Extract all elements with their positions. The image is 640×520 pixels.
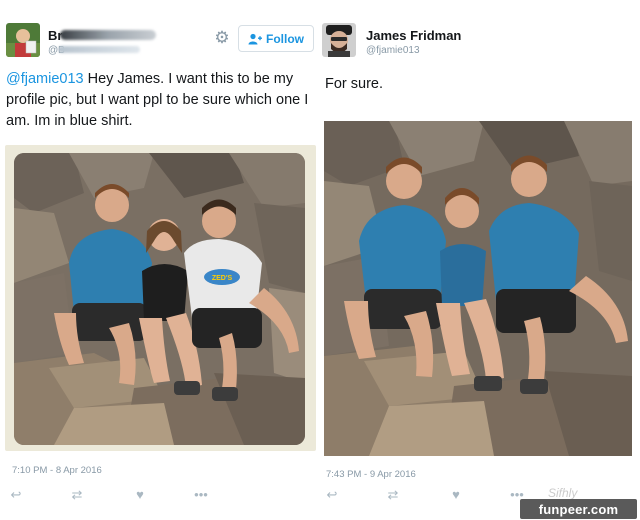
shirt-logo: ZED'S <box>204 269 240 285</box>
gear-icon[interactable]: ⚙ <box>212 28 232 48</box>
tweet-timestamp[interactable]: 7:43 PM - 9 Apr 2016 <box>326 469 416 480</box>
watermark-label: funpeer.com <box>520 499 637 519</box>
redacted-handle-blur <box>58 46 140 53</box>
watermark-faint: Sifhly <box>548 486 578 500</box>
heart-icon[interactable]: ♥ <box>448 487 464 503</box>
user-handle[interactable]: @fjamie013 <box>366 45 420 56</box>
heart-icon[interactable]: ♥ <box>132 487 148 503</box>
avatar[interactable] <box>322 23 356 57</box>
reply-icon[interactable]: ↩ <box>8 487 24 503</box>
redacted-name-blur <box>60 30 156 40</box>
tweet-actions: ↩ ⇄ ♥ ••• <box>8 487 209 503</box>
tweet-timestamp[interactable]: 7:10 PM - 8 Apr 2016 <box>12 465 102 476</box>
mention-link[interactable]: @fjamie013 <box>6 71 84 87</box>
more-icon[interactable]: ••• <box>193 487 209 503</box>
avatar[interactable] <box>6 23 40 57</box>
tweet-photo-original[interactable]: ZED'S <box>14 153 305 445</box>
retweet-icon[interactable]: ⇄ <box>69 487 85 503</box>
reply-icon[interactable]: ↩ <box>324 487 340 503</box>
tweet-photo-edited[interactable] <box>324 121 632 456</box>
user-display-name[interactable]: James Fridman <box>366 28 461 43</box>
retweet-icon[interactable]: ⇄ <box>385 487 401 503</box>
follow-label: Follow <box>266 31 304 46</box>
tweet-text: For sure. <box>325 76 384 92</box>
add-user-icon <box>248 33 262 44</box>
shirt-text: ZED'S <box>212 275 233 282</box>
tweet-actions: ↩ ⇄ ♥ ••• <box>324 487 525 503</box>
follow-button[interactable]: Follow <box>238 25 314 52</box>
tweet-text: @fjamie013 Hey James. I want this to be … <box>6 69 318 132</box>
